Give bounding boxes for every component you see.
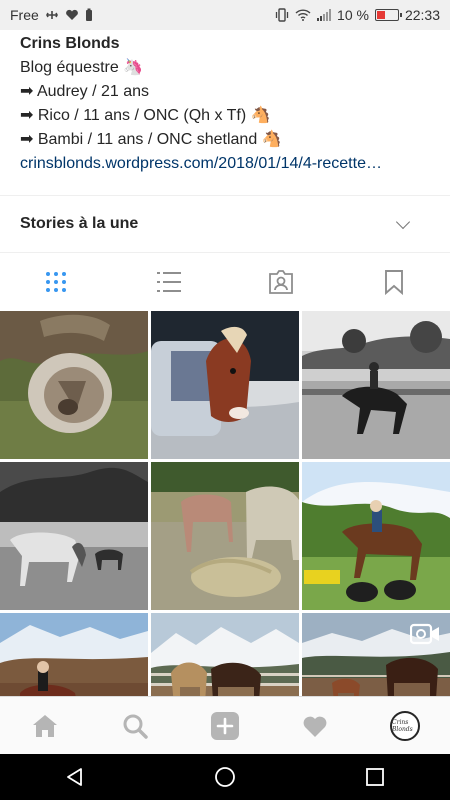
horses-eating-hay-image [151, 462, 299, 610]
bio-line: ➡ Rico / 11 ans / ONC (Qh x Tf) 🐴 [20, 107, 271, 124]
signal-icon [317, 9, 332, 21]
system-home-button[interactable] [150, 754, 300, 800]
bio-line: ➡ Bambi / 11 ans / ONC shetland 🐴 [20, 131, 282, 148]
status-bar: Free 10 % 22:33 [0, 0, 450, 30]
post-thumbnail[interactable] [0, 462, 148, 610]
profile-name: Crins Blonds [20, 35, 120, 52]
nav-profile[interactable]: Crins Blonds [360, 697, 450, 754]
system-recents-button[interactable] [300, 754, 450, 800]
wifi-icon [295, 9, 311, 21]
video-icon [410, 623, 439, 645]
rider-jumping-tires-image [302, 462, 450, 610]
horse-rider-bw-image [302, 311, 450, 459]
tab-tagged[interactable] [225, 254, 338, 310]
heart-icon [65, 9, 78, 20]
nav-home[interactable] [0, 697, 90, 754]
story-highlights-header[interactable]: Stories à la une [0, 196, 450, 252]
add-post-icon [211, 711, 239, 740]
divider [0, 252, 450, 253]
system-navigation-bar [0, 754, 450, 800]
status-left: Free [10, 7, 93, 23]
carrier-label: Free [10, 7, 39, 23]
tab-grid[interactable] [0, 254, 113, 310]
back-icon [67, 768, 82, 786]
battery-saver-icon [85, 8, 92, 21]
post-thumbnail[interactable] [0, 613, 148, 696]
avatar-text: Crins Blonds [392, 718, 413, 733]
horse-blanket-snow-image [151, 311, 299, 459]
post-thumbnail[interactable] [302, 462, 450, 610]
tab-list[interactable] [113, 254, 226, 310]
nav-search[interactable] [90, 697, 180, 754]
status-right: 10 % 22:33 [275, 7, 440, 23]
bottom-navigation: Crins Blonds [0, 696, 450, 754]
post-grid [0, 311, 450, 696]
chevron-down-icon[interactable] [395, 214, 411, 230]
post-thumbnail[interactable] [151, 311, 299, 459]
profile-avatar: Crins Blonds [390, 710, 420, 741]
post-thumbnail[interactable] [0, 311, 148, 459]
nav-activity[interactable] [270, 697, 360, 754]
system-back-button[interactable] [0, 754, 150, 800]
post-thumbnail[interactable] [151, 462, 299, 610]
profile-website-link[interactable]: crinsblonds.wordpress.com/2018/01/14/4-r… [20, 152, 440, 176]
profile-bio: Crins Blonds Blog équestre 🦄 ➡ Audrey / … [20, 32, 440, 176]
vibrate-icon [275, 8, 289, 22]
grid-icon [46, 272, 67, 292]
profile-tabs [0, 254, 450, 310]
list-icon [156, 272, 181, 292]
tab-saved[interactable] [338, 254, 450, 310]
home-circle-icon [215, 767, 235, 787]
activity-icon [303, 716, 327, 737]
clock: 22:33 [404, 7, 440, 23]
battery-percent: 10 % [337, 7, 369, 23]
horse-blanket-paddock-bw-image [0, 462, 148, 610]
nav-new-post[interactable] [180, 697, 270, 754]
home-icon [33, 714, 57, 737]
usb-icon [45, 11, 58, 19]
bookmark-icon [384, 270, 403, 295]
search-icon [123, 714, 148, 739]
battery-icon [374, 9, 402, 21]
rider-mountains-image [0, 613, 148, 696]
post-thumbnail[interactable] [151, 613, 299, 696]
bio-line: Blog équestre 🦄 [20, 59, 144, 76]
recents-icon [366, 768, 384, 786]
post-thumbnail[interactable] [302, 613, 450, 696]
bio-line: ➡ Audrey / 21 ans [20, 83, 150, 100]
post-thumbnail[interactable] [302, 311, 450, 459]
horses-snow-mountains-image [151, 613, 299, 696]
hoof-closeup-image [0, 311, 148, 459]
highlights-title: Stories à la une [20, 215, 139, 232]
tagged-icon [269, 270, 294, 294]
